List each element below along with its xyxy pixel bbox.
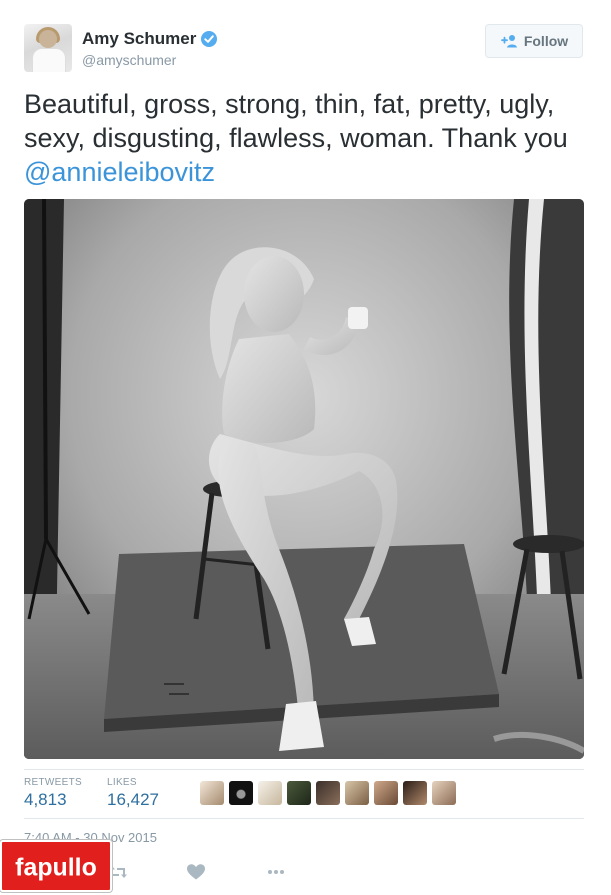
tweet-card: Amy Schumer @amyschumer Follow Beautiful…	[0, 0, 611, 895]
tweet-text: Beautiful, gross, strong, thin, fat, pre…	[24, 87, 594, 189]
tweet-text-body: Beautiful, gross, strong, thin, fat, pre…	[24, 89, 568, 153]
liker-avatar[interactable]	[345, 781, 369, 805]
author-name[interactable]: Amy Schumer	[82, 29, 196, 49]
author-handle[interactable]: @amyschumer	[82, 52, 176, 68]
likes-count[interactable]: 16,427	[107, 790, 159, 810]
verified-badge-icon	[201, 31, 218, 47]
retweets-count[interactable]: 4,813	[24, 790, 67, 810]
liker-avatars	[200, 781, 456, 805]
svg-text:fapullo: fapullo	[15, 854, 97, 882]
add-user-icon	[500, 35, 517, 48]
like-icon[interactable]	[184, 860, 208, 884]
follow-label: Follow	[523, 33, 569, 49]
mention-link[interactable]: @annieleibovitz	[24, 157, 215, 187]
tweet-photo[interactable]	[24, 199, 584, 759]
liker-avatar[interactable]	[432, 781, 456, 805]
liker-avatar[interactable]	[403, 781, 427, 805]
author-avatar[interactable]	[24, 24, 72, 72]
likes-label: LIKES	[107, 777, 137, 788]
author-name-row: Amy Schumer	[82, 29, 218, 49]
retweets-label: RETWEETS	[24, 777, 82, 788]
follow-button[interactable]: Follow	[485, 24, 583, 58]
watermark-logo: fapullo	[0, 840, 112, 892]
liker-avatar[interactable]	[258, 781, 282, 805]
liker-avatar[interactable]	[374, 781, 398, 805]
stats-divider-bottom	[24, 818, 584, 819]
liker-avatar[interactable]	[229, 781, 253, 805]
stats-divider-top	[24, 769, 584, 770]
liker-avatar[interactable]	[316, 781, 340, 805]
liker-avatar[interactable]	[200, 781, 224, 805]
more-icon[interactable]	[264, 860, 288, 884]
liker-avatar[interactable]	[287, 781, 311, 805]
